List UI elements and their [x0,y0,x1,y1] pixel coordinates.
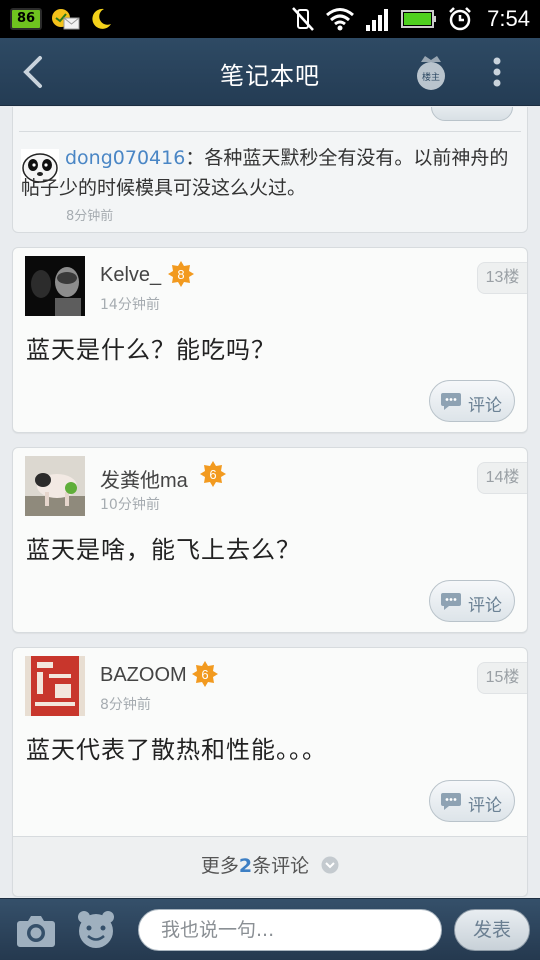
sub-comment-time: 8分钟前 [66,209,114,224]
camera-icon[interactable] [16,911,56,949]
user-avatar[interactable] [25,656,85,716]
signal-icon [366,9,389,31]
post-time: 8分钟前 [100,697,151,713]
sub-comment-user[interactable]: dong070416 [65,147,185,169]
user-avatar[interactable] [25,456,85,516]
level-badge-icon: 8 [168,261,194,287]
post-body: 蓝天代表了散热和性能。。。 [26,736,327,764]
owner-badge-label: 楼主 [422,71,440,83]
level-badge-icon: 6 [192,661,218,687]
comment-button[interactable]: 评论 [429,380,515,422]
user-name[interactable]: BAZOOM [100,664,187,687]
chevron-down-icon [321,856,339,874]
post-card: Kelve_ 8 14分钟前 13楼 蓝天是什么？能吃吗？ 评论 [12,247,528,433]
level-number: 6 [201,667,208,682]
no-vibrate-icon [292,7,315,31]
wifi-icon [326,8,355,31]
speech-bubble-icon [441,393,461,410]
more-comments-prefix: 更多 [200,855,239,877]
post-list[interactable]: dong070416：各种蓝天默秒全有没有。以前神舟的帖子少的时候模具可没这么火… [0,107,540,897]
sub-comment-text: dong070416：各种蓝天默秒全有没有。以前神舟的帖子少的时候模具可没这么火… [21,143,521,203]
status-bar: 86 7:54 [0,0,540,38]
owner-only-button[interactable]: 楼主 [414,52,448,92]
reply-button-partial[interactable] [431,107,513,121]
send-button[interactable]: 发表 [454,909,530,951]
comment-label: 评论 [468,596,502,616]
post-time: 14分钟前 [100,297,160,313]
comment-label: 评论 [468,796,502,816]
floor-label: 15楼 [477,662,527,694]
level-badge-icon: 6 [200,461,226,487]
floor-label: 14楼 [477,462,527,494]
comment-button[interactable]: 评论 [429,580,515,622]
sub-comment-separator: ： [185,147,205,169]
bottom-input-bar: 我也说一句... 发表 [0,898,540,960]
user-avatar[interactable] [25,256,85,316]
mail-icon [52,9,80,30]
sub-comment-card: dong070416：各种蓝天默秒全有没有。以前神舟的帖子少的时候模具可没这么火… [12,107,528,233]
emoji-icon[interactable] [76,909,116,949]
level-number: 8 [177,267,184,282]
comment-label: 评论 [468,396,502,416]
post-card: BAZOOM 6 8分钟前 15楼 蓝天代表了散热和性能。。。 评论 更多2条评… [12,647,528,897]
post-body: 蓝天是啥，能飞上去么？ [26,536,301,564]
status-time: 7:54 [487,6,530,31]
moon-icon [92,8,111,29]
more-comments-button[interactable]: 更多2条评论 [13,836,527,896]
user-name[interactable]: 发粪他ma [100,464,188,493]
post-time: 10分钟前 [100,497,160,513]
post-body: 蓝天是什么？能吃吗？ [26,336,276,364]
sd-card-badge-icon: 86 [10,8,42,30]
more-comments-suffix: 条评论 [252,855,310,877]
level-number: 6 [209,467,216,482]
title-bar: 笔记本吧 楼主 [0,38,540,106]
alarm-icon [449,7,472,31]
battery-icon [401,10,437,28]
more-comments-count: 2 [238,855,253,877]
more-vertical-icon[interactable] [486,56,508,88]
comment-input[interactable]: 我也说一句... [138,909,442,951]
page-title: 笔记本吧 [220,62,320,90]
speech-bubble-icon [441,593,461,610]
post-card: 发粪他ma 6 10分钟前 14楼 蓝天是啥，能飞上去么？ 评论 [12,447,528,633]
divider [19,131,521,132]
floor-label: 13楼 [477,262,527,294]
comment-button[interactable]: 评论 [429,780,515,822]
speech-bubble-icon [441,793,461,810]
user-name[interactable]: Kelve_ [100,264,161,287]
